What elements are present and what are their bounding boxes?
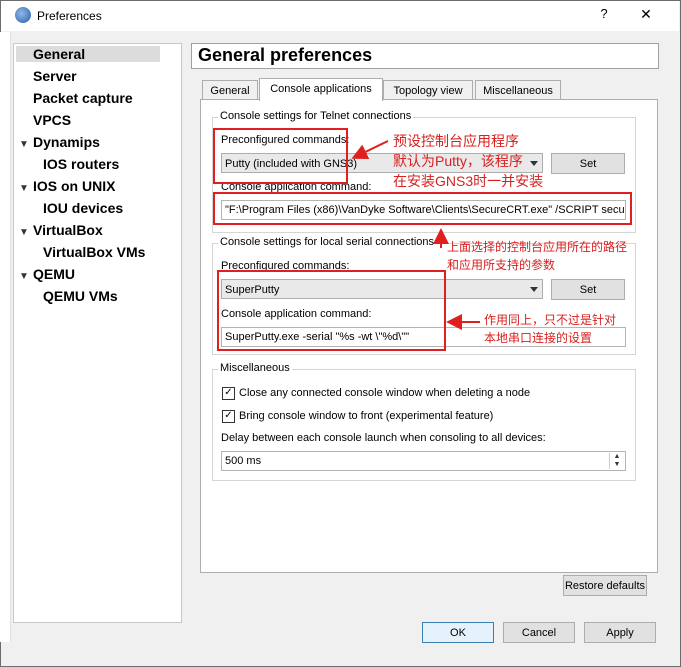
tab-console-applications[interactable]: Console applications xyxy=(259,78,383,101)
note1-line3: 在安装GNS3时一并安装 xyxy=(393,173,544,189)
annotation-note-serial: 作用同上，只不过是针对 本地串口连接的设置 xyxy=(484,311,616,347)
note3-line1: 作用同上，只不过是针对 xyxy=(484,313,617,327)
note1-line1: 预设控制台应用程序 xyxy=(393,133,519,149)
note1-line2: 默认为Putty，该程序 xyxy=(393,153,523,169)
arrow-icon xyxy=(351,140,389,159)
annotation-note-telnet: 预设控制台应用程序 默认为Putty，该程序 在安装GNS3时一并安装 xyxy=(393,131,543,191)
annotation-note-command: 上面选择的控制台应用所在的路径 和应用所支持的参数 xyxy=(447,238,627,274)
note2-line2: 和应用所支持的参数 xyxy=(447,258,556,272)
note3-line2: 本地串口连接的设置 xyxy=(484,331,593,345)
note2-line1: 上面选择的控制台应用所在的路径 xyxy=(447,240,628,254)
